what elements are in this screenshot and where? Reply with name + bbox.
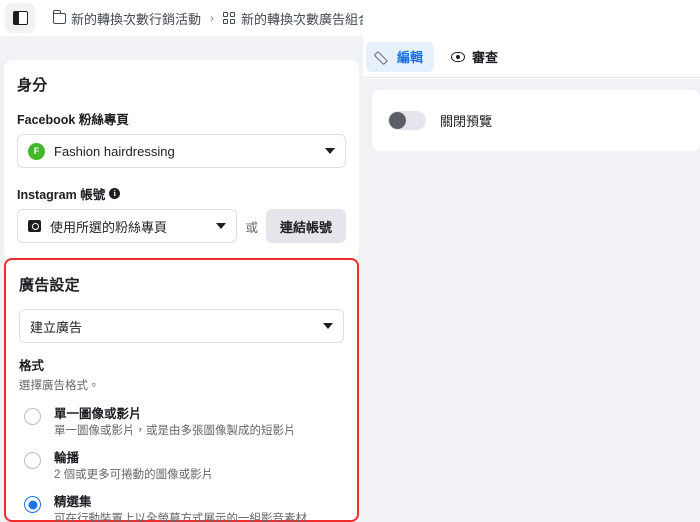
facebook-page-label: Facebook 粉絲專頁 [17,109,346,128]
ads-manager-screen: 新的轉換次數行銷活動 › 新的轉換次數廣告組合 › 新的轉換次數廣告 身分 Fa… [0,0,700,522]
instagram-account-value: 使用所選的粉絲專頁 [50,219,168,235]
format-option-carousel[interactable]: 輪播 2 個或更多可捲動的圖像或影片 [19,445,344,489]
preview-tabbar: 編輯 審查 [363,36,700,78]
format-option-title: 輪播 [54,451,80,465]
or-label: 或 [245,220,258,235]
sidebar-toggle-icon [12,11,28,25]
page-avatar: F [28,142,45,160]
format-option-title: 單一圖像或影片 [54,407,142,421]
close-preview-label: 關閉預覽 [440,114,493,129]
format-option-desc: 2 個或更多可捲動的圖像或影片 [54,469,214,481]
folder-icon [52,9,66,24]
toggle-knob [389,112,406,129]
breadcrumb-item-campaign[interactable]: 新的轉換次數行銷活動 [47,6,207,31]
instagram-account-label: Instagram 帳號 i [17,184,346,203]
close-preview-toggle[interactable] [388,111,426,130]
chevron-down-icon [323,323,333,329]
identity-card: 身分 Facebook 粉絲專頁 F Fashion hairdressing … [4,60,359,259]
instagram-account-row: 使用所選的粉絲專頁 或 連結帳號 [17,209,346,243]
preview-body: 關閉預覽 [363,79,700,522]
create-ad-value: 建立廣告 [30,319,83,335]
radio-icon[interactable] [24,408,41,425]
tab-edit-label: 編輯 [397,50,424,65]
right-preview-panel: 編輯 審查 關閉預覽 [363,0,700,522]
instagram-account-label-text: Instagram 帳號 [17,188,106,202]
format-help-text: 選擇廣告格式。 [19,380,100,392]
chevron-down-icon [325,148,335,154]
sidebar-toggle-button[interactable] [5,3,35,33]
format-option-title: 精選集 [54,495,92,509]
breadcrumb-separator: › [210,11,215,25]
facebook-page-value: Fashion hairdressing [54,143,175,159]
chevron-down-icon [216,223,227,229]
instagram-icon [28,220,41,232]
identity-section-title: 身分 [17,77,48,94]
radio-icon[interactable] [24,496,41,513]
create-ad-select[interactable]: 建立廣告 [19,309,344,343]
format-label: 格式 [19,359,45,373]
tab-review-label: 審查 [472,50,499,65]
ad-settings-card: 廣告設定 建立廣告 格式 選擇廣告格式。 單一圖像或影片 單一圖像或影片，或是由… [4,258,359,522]
format-option-desc: 單一圖像或影片，或是由多張圖像製成的短影片 [54,425,296,437]
info-icon[interactable]: i [109,188,121,199]
breadcrumb-item-label: 新的轉換次數廣告組合 [241,11,372,27]
preview-toggle-card: 關閉預覽 [372,90,700,151]
breadcrumb-item-adset[interactable]: 新的轉換次數廣告組合 [217,6,377,31]
facebook-page-label-text: Facebook 粉絲專頁 [17,113,129,127]
format-option-desc: 可在行動裝置上以全螢幕方式展示的一組影音素材 [54,513,307,522]
format-option-single[interactable]: 單一圖像或影片 單一圖像或影片，或是由多張圖像製成的短影片 [19,401,344,445]
tab-review[interactable]: 審查 [440,42,509,72]
left-editor-panel: 身分 Facebook 粉絲專頁 F Fashion hairdressing … [0,36,363,522]
grid-icon [223,12,236,24]
pencil-icon [377,50,390,63]
link-account-button[interactable]: 連結帳號 [265,209,346,243]
radio-icon[interactable] [24,452,41,469]
format-option-collection[interactable]: 精選集 可在行動裝置上以全螢幕方式展示的一組影音素材 [19,489,344,522]
instagram-account-select[interactable]: 使用所選的粉絲專頁 [17,209,238,243]
tab-edit[interactable]: 編輯 [366,41,435,72]
eye-icon [451,51,466,62]
breadcrumb-item-label: 新的轉換次數行銷活動 [71,11,202,27]
facebook-page-select[interactable]: F Fashion hairdressing [17,134,346,168]
ad-settings-section-title: 廣告設定 [19,277,80,294]
